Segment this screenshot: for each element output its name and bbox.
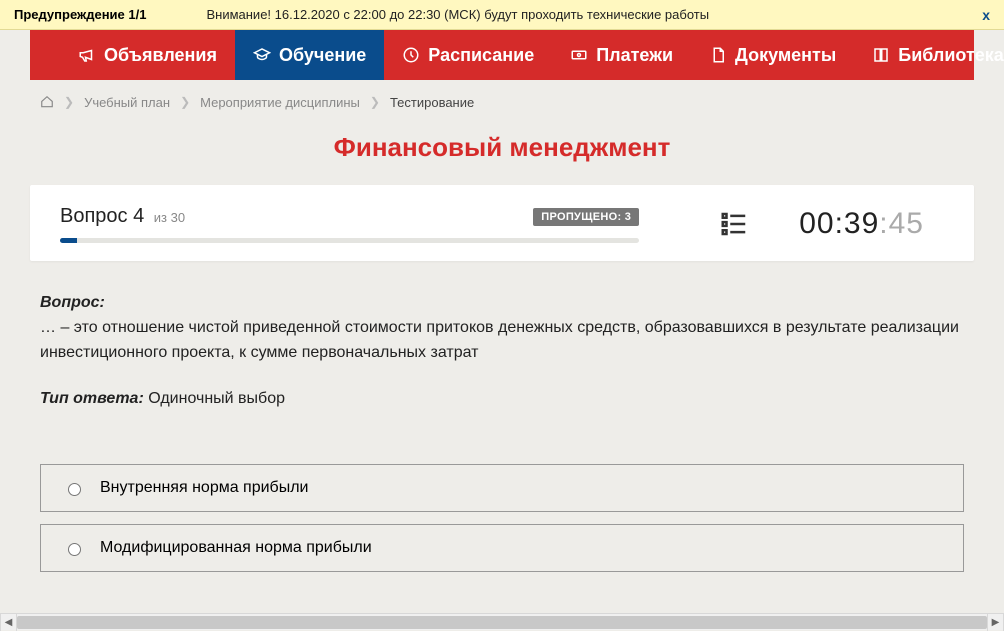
warning-bar: Предупреждение 1/1 Внимание! 16.12.2020 … bbox=[0, 0, 1004, 30]
nav-item-announcements[interactable]: Объявления bbox=[60, 30, 235, 80]
skipped-badge: ПРОПУЩЕНО: 3 bbox=[533, 208, 639, 226]
document-icon bbox=[709, 46, 727, 64]
nav-item-documents[interactable]: Документы bbox=[691, 30, 854, 80]
answer-option[interactable]: Внутренняя норма прибыли bbox=[40, 464, 964, 512]
money-icon bbox=[570, 46, 588, 64]
breadcrumb-item-plan[interactable]: Учебный план bbox=[84, 95, 170, 110]
question-counter: Вопрос 4 из 30 bbox=[60, 205, 185, 228]
timer-subseconds: 45 bbox=[889, 207, 924, 240]
progress-fill bbox=[60, 238, 77, 243]
nav-item-payments[interactable]: Платежи bbox=[552, 30, 691, 80]
close-icon[interactable]: x bbox=[982, 7, 990, 23]
question-label-heading: Вопрос: bbox=[40, 294, 105, 311]
book-icon bbox=[872, 46, 890, 64]
home-icon[interactable] bbox=[40, 95, 54, 109]
graduation-icon bbox=[253, 46, 271, 64]
breadcrumb-item-event[interactable]: Мероприятие дисциплины bbox=[200, 95, 360, 110]
timer: 00:39:45 bbox=[799, 207, 944, 241]
timer-seconds: 39 bbox=[844, 207, 879, 240]
nav-label: Обучение bbox=[279, 45, 366, 66]
question-number: 4 bbox=[133, 205, 144, 227]
nav-label: Расписание bbox=[428, 45, 534, 66]
question-label: Вопрос bbox=[60, 205, 128, 227]
megaphone-icon bbox=[78, 46, 96, 64]
answer-radio[interactable] bbox=[68, 543, 81, 556]
nav-item-schedule[interactable]: Расписание bbox=[384, 30, 552, 80]
answer-type-label: Тип ответа: bbox=[40, 390, 144, 407]
chevron-right-icon: ❯ bbox=[64, 95, 74, 109]
breadcrumb: ❯ Учебный план ❯ Мероприятие дисциплины … bbox=[0, 80, 1004, 114]
status-panel: Вопрос 4 из 30 ПРОПУЩЕНО: 3 00:39:45 bbox=[30, 185, 974, 261]
question-text: … – это отношение чистой приведенной сто… bbox=[40, 319, 959, 361]
answer-text: Модифицированная норма прибыли bbox=[100, 539, 372, 557]
nav-label: Библиотека bbox=[898, 45, 1004, 66]
answer-option[interactable]: Модифицированная норма прибыли bbox=[40, 524, 964, 572]
answer-radio[interactable] bbox=[68, 483, 81, 496]
scroll-track[interactable] bbox=[17, 614, 987, 630]
nav-label: Объявления bbox=[104, 45, 217, 66]
scroll-thumb[interactable] bbox=[17, 616, 987, 629]
nav-item-learning[interactable]: Обучение bbox=[235, 30, 384, 80]
breadcrumb-item-testing: Тестирование bbox=[390, 95, 474, 110]
question-block: Вопрос: … – это отношение чистой приведе… bbox=[0, 261, 1004, 444]
timer-minutes: 00 bbox=[799, 207, 834, 240]
question-total: из 30 bbox=[154, 210, 185, 225]
chevron-right-icon: ❯ bbox=[370, 95, 380, 109]
question-list-icon[interactable] bbox=[719, 209, 749, 239]
chevron-right-icon: ❯ bbox=[180, 95, 190, 109]
nav-item-library[interactable]: Библиотека bbox=[854, 30, 1004, 80]
scroll-left-arrow[interactable]: ◀ bbox=[0, 614, 17, 631]
answer-type-value: Одиночный выбор bbox=[148, 390, 285, 407]
scroll-right-arrow[interactable]: ▶ bbox=[987, 614, 1004, 631]
progress-bar bbox=[60, 238, 639, 243]
main-nav: Объявления Обучение Расписание Платежи Д… bbox=[30, 30, 974, 80]
answer-list: Внутренняя норма прибыли Модифицированна… bbox=[0, 444, 1004, 572]
answer-text: Внутренняя норма прибыли bbox=[100, 479, 309, 497]
nav-label: Документы bbox=[735, 45, 836, 66]
page-title: Финансовый менеджмент bbox=[0, 132, 1004, 163]
warning-title: Предупреждение 1/1 bbox=[14, 7, 146, 22]
clock-icon bbox=[402, 46, 420, 64]
warning-text: Внимание! 16.12.2020 с 22:00 до 22:30 (М… bbox=[206, 7, 990, 22]
horizontal-scrollbar[interactable]: ◀ ▶ bbox=[0, 613, 1004, 630]
nav-label: Платежи bbox=[596, 45, 673, 66]
